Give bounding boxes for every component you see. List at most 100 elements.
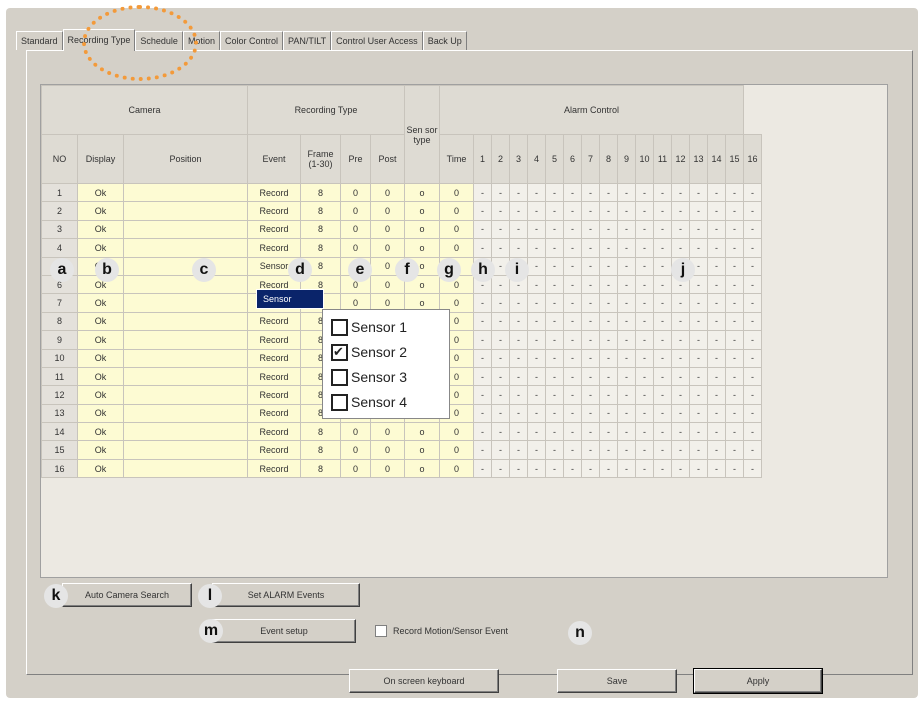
alarm-cell[interactable]: -: [563, 385, 582, 405]
alarm-cell[interactable]: -: [509, 366, 528, 387]
frame-cell[interactable]: 8: [300, 182, 341, 203]
frame-cell[interactable]: 8: [300, 458, 341, 479]
alarm-cell[interactable]: -: [599, 256, 618, 276]
event-cell[interactable]: Record: [247, 201, 301, 221]
alarm-cell[interactable]: -: [473, 182, 492, 203]
post-cell[interactable]: 0: [370, 201, 405, 221]
alarm-cell[interactable]: -: [563, 403, 582, 424]
alarm-cell[interactable]: -: [491, 458, 510, 479]
alarm-cell[interactable]: -: [599, 274, 618, 295]
alarm-cell[interactable]: -: [617, 422, 636, 442]
alarm-cell[interactable]: -: [689, 201, 708, 221]
position-cell[interactable]: [123, 385, 248, 405]
alarm-cell[interactable]: -: [707, 182, 726, 203]
time-cell[interactable]: 0: [439, 219, 474, 240]
event-cell[interactable]: Record: [247, 348, 301, 368]
alarm-cell[interactable]: -: [671, 238, 690, 258]
unchecked-checkbox-icon[interactable]: [331, 393, 348, 411]
alarm-cell[interactable]: -: [563, 348, 582, 368]
alarm-cell[interactable]: -: [635, 274, 654, 295]
alarm-cell[interactable]: -: [491, 274, 510, 295]
alarm-cell[interactable]: -: [743, 201, 762, 221]
alarm-cell[interactable]: -: [707, 201, 726, 221]
alarm-cell[interactable]: -: [509, 182, 528, 203]
alarm-cell[interactable]: -: [527, 256, 546, 276]
alarm-cell[interactable]: -: [491, 219, 510, 240]
display-cell[interactable]: Ok: [77, 219, 124, 240]
display-cell[interactable]: Ok: [77, 366, 124, 387]
time-cell[interactable]: 0: [439, 201, 474, 221]
alarm-cell[interactable]: -: [545, 385, 564, 405]
display-cell[interactable]: Ok: [77, 201, 124, 221]
tab-recording-type[interactable]: Recording Type: [62, 29, 136, 51]
sensor-option[interactable]: Sensor 1: [331, 317, 407, 337]
alarm-cell[interactable]: -: [563, 366, 582, 387]
alarm-cell[interactable]: -: [617, 293, 636, 313]
alarm-cell[interactable]: -: [689, 458, 708, 479]
alarm-cell[interactable]: -: [707, 403, 726, 424]
display-cell[interactable]: Ok: [77, 385, 124, 405]
alarm-cell[interactable]: -: [491, 348, 510, 368]
alarm-cell[interactable]: -: [689, 274, 708, 295]
alarm-cell[interactable]: -: [743, 440, 762, 460]
alarm-cell[interactable]: -: [509, 219, 528, 240]
alarm-cell[interactable]: -: [635, 182, 654, 203]
alarm-cell[interactable]: -: [563, 182, 582, 203]
alarm-cell[interactable]: -: [743, 311, 762, 332]
sensor-option[interactable]: Sensor 4: [331, 392, 407, 412]
post-cell[interactable]: 0: [370, 440, 405, 460]
alarm-cell[interactable]: -: [527, 201, 546, 221]
alarm-cell[interactable]: -: [545, 403, 564, 424]
alarm-cell[interactable]: -: [527, 348, 546, 368]
alarm-cell[interactable]: -: [635, 330, 654, 350]
time-cell[interactable]: 0: [439, 182, 474, 203]
on-screen-keyboard-button[interactable]: On screen keyboard: [349, 669, 499, 693]
alarm-cell[interactable]: -: [473, 219, 492, 240]
alarm-cell[interactable]: -: [635, 219, 654, 240]
alarm-cell[interactable]: -: [527, 385, 546, 405]
alarm-cell[interactable]: -: [581, 256, 600, 276]
position-cell[interactable]: [123, 182, 248, 203]
alarm-cell[interactable]: -: [671, 403, 690, 424]
tab-schedule[interactable]: Schedule: [135, 31, 183, 50]
sensor-type-cell[interactable]: o: [404, 440, 440, 460]
alarm-cell[interactable]: -: [725, 274, 744, 295]
post-cell[interactable]: 0: [370, 238, 405, 258]
alarm-cell[interactable]: -: [563, 256, 582, 276]
frame-cell[interactable]: 8: [300, 238, 341, 258]
alarm-cell[interactable]: -: [617, 311, 636, 332]
display-cell[interactable]: Ok: [77, 422, 124, 442]
alarm-cell[interactable]: -: [527, 238, 546, 258]
event-setup-button[interactable]: Event setup: [212, 619, 356, 643]
tab-pan-tilt[interactable]: PAN/TILT: [282, 31, 332, 50]
sensor-type-cell[interactable]: o: [404, 422, 440, 442]
alarm-cell[interactable]: -: [491, 403, 510, 424]
alarm-cell[interactable]: -: [653, 256, 672, 276]
alarm-cell[interactable]: -: [599, 366, 618, 387]
alarm-cell[interactable]: -: [689, 348, 708, 368]
alarm-cell[interactable]: -: [527, 403, 546, 424]
position-cell[interactable]: [123, 293, 248, 313]
position-cell[interactable]: [123, 201, 248, 221]
alarm-cell[interactable]: -: [653, 201, 672, 221]
event-cell[interactable]: Record: [247, 330, 301, 350]
alarm-cell[interactable]: -: [725, 348, 744, 368]
alarm-cell[interactable]: -: [581, 458, 600, 479]
alarm-cell[interactable]: -: [707, 458, 726, 479]
pre-cell[interactable]: 0: [340, 219, 371, 240]
alarm-cell[interactable]: -: [545, 182, 564, 203]
alarm-cell[interactable]: -: [671, 440, 690, 460]
alarm-cell[interactable]: -: [473, 458, 492, 479]
alarm-cell[interactable]: -: [599, 238, 618, 258]
alarm-cell[interactable]: -: [599, 201, 618, 221]
alarm-cell[interactable]: -: [707, 422, 726, 442]
event-cell[interactable]: Record: [247, 403, 301, 424]
alarm-cell[interactable]: -: [473, 201, 492, 221]
display-cell[interactable]: Ok: [77, 348, 124, 368]
alarm-cell[interactable]: -: [563, 311, 582, 332]
alarm-cell[interactable]: -: [725, 256, 744, 276]
alarm-cell[interactable]: -: [743, 422, 762, 442]
alarm-cell[interactable]: -: [671, 201, 690, 221]
alarm-cell[interactable]: -: [563, 219, 582, 240]
time-cell[interactable]: 0: [439, 238, 474, 258]
